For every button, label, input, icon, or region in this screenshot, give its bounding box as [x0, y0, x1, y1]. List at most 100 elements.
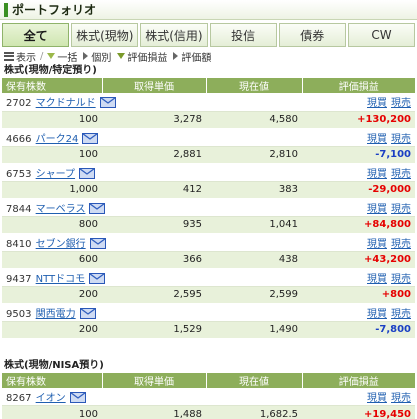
- stock-name-link[interactable]: シャープ: [36, 169, 75, 180]
- price-cell: 2,599: [206, 286, 302, 304]
- qty-cell: 200: [2, 321, 102, 339]
- sort-down-icon: [117, 53, 126, 59]
- sell-link[interactable]: 現売: [391, 204, 411, 215]
- stock-code: 2702: [6, 98, 32, 110]
- buy-link[interactable]: 現買: [367, 239, 387, 250]
- cost-cell: 412: [102, 181, 206, 199]
- table-row: 6753 シャープ 現買 現売: [2, 163, 415, 182]
- sell-link[interactable]: 現売: [391, 98, 411, 109]
- stock-code: 4666: [6, 133, 32, 145]
- sell-link[interactable]: 現売: [391, 274, 411, 285]
- mail-icon[interactable]: [79, 167, 96, 179]
- price-cell: 438: [206, 251, 302, 269]
- stock-code: 6753: [6, 168, 32, 180]
- mail-icon[interactable]: [89, 202, 106, 214]
- pl-cell: +130,200: [302, 111, 415, 129]
- table-row: 8410 セブン銀行 現買 現売: [2, 233, 415, 252]
- mail-icon[interactable]: [82, 132, 99, 144]
- table-row-values: 800 935 1,041 +84,800: [2, 216, 415, 234]
- portfolio-header: ポートフォリオ: [0, 0, 417, 20]
- section-title: 株式(現物/特定預り): [4, 65, 97, 76]
- qty-cell: 800: [2, 216, 102, 234]
- cost-cell: 1,488: [102, 405, 206, 419]
- tab-funds[interactable]: 投信: [209, 23, 277, 47]
- stock-name-link[interactable]: 関西電力: [36, 309, 76, 320]
- stock-code: 7844: [6, 203, 32, 215]
- buy-link[interactable]: 現買: [367, 309, 387, 320]
- tab-all[interactable]: 全て: [2, 23, 70, 47]
- trade-actions: 現買 現売: [302, 163, 415, 182]
- buy-link[interactable]: 現買: [367, 204, 387, 215]
- sell-link[interactable]: 現売: [391, 393, 411, 404]
- individual-toggle[interactable]: 個別: [83, 49, 111, 64]
- col-pl-header: 評価損益: [302, 78, 415, 93]
- stock-name-link[interactable]: セブン銀行: [36, 239, 86, 250]
- stock-name-cell: 7844 マーベラス: [2, 198, 302, 217]
- col-price-header: 現在値: [206, 372, 303, 388]
- table-row-values: 100 1,488 1,682.5 +19,450: [2, 405, 415, 419]
- qty-cell: 100: [2, 405, 102, 419]
- display-label: 表示: [16, 52, 36, 64]
- bulk-toggle[interactable]: 一括: [47, 49, 77, 64]
- holdings-table: 保有株数 取得単価 現在値 評価損益 8267 イオン 現買 現売 100 1,488 1,682…: [2, 372, 415, 419]
- sell-link[interactable]: 現売: [391, 134, 411, 145]
- table-header-row: 保有株数 取得単価 現在値 評価損益: [2, 372, 415, 388]
- pl-cell: -29,000: [302, 181, 415, 199]
- stock-name-cell: 8410 セブン銀行: [2, 233, 302, 252]
- section-title: 株式(現物/NISA預り): [4, 359, 104, 371]
- table-row-values: 200 2,595 2,599 +800: [2, 286, 415, 304]
- table-row-values: 600 366 438 +43,200: [2, 251, 415, 269]
- arrow-right-icon: [173, 52, 179, 60]
- sell-link[interactable]: 現売: [391, 169, 411, 180]
- pl-cell: +19,450: [302, 405, 415, 419]
- gain-label: 評価損益: [127, 52, 168, 64]
- stock-name-link[interactable]: NTTドコモ: [36, 274, 86, 285]
- qty-cell: 200: [2, 286, 102, 304]
- stock-name-link[interactable]: マーベラス: [36, 204, 86, 215]
- price-cell: 4,580: [206, 111, 302, 129]
- cost-cell: 935: [102, 216, 206, 234]
- trade-actions: 現買 現売: [302, 93, 415, 112]
- sell-link[interactable]: 現売: [391, 309, 411, 320]
- table-row: 9437 NTTドコモ 現買 現売: [2, 268, 415, 287]
- mail-icon[interactable]: [89, 272, 106, 284]
- holdings-table: 保有株数 取得単価 現在値 評価損益 2702 マクドナルド 現買 現売 100 3,278 4,…: [2, 78, 415, 339]
- table-row: 9503 関西電力 現買 現売: [2, 303, 415, 322]
- pl-cell: +43,200: [302, 251, 415, 269]
- buy-link[interactable]: 現買: [367, 274, 387, 285]
- pl-cell: +800: [302, 286, 415, 304]
- sell-link[interactable]: 現売: [391, 239, 411, 250]
- mail-icon[interactable]: [79, 307, 96, 319]
- table-row-values: 100 3,278 4,580 +130,200: [2, 111, 415, 129]
- mail-icon[interactable]: [89, 237, 106, 249]
- tab-stock-cash[interactable]: 株式(現物): [71, 23, 139, 47]
- buy-link[interactable]: 現買: [367, 393, 387, 404]
- tab-stock-margin[interactable]: 株式(信用): [140, 23, 208, 47]
- col-cost-header: 取得単価: [102, 372, 207, 388]
- table-header-row: 保有株数 取得単価 現在値 評価損益: [2, 78, 415, 93]
- stock-name-link[interactable]: マクドナルド: [36, 98, 96, 109]
- price-cell: 1,041: [206, 216, 302, 234]
- mail-icon[interactable]: [69, 391, 86, 403]
- buy-link[interactable]: 現買: [367, 98, 387, 109]
- table-row-values: 1,000 412 383 -29,000: [2, 181, 415, 199]
- stock-name-link[interactable]: イオン: [36, 393, 66, 404]
- stock-name-link[interactable]: パーク24: [36, 134, 79, 145]
- arrow-right-icon: [83, 52, 89, 60]
- col-qty-header: 保有株数: [2, 372, 103, 388]
- col-qty-header: 保有株数: [2, 78, 103, 93]
- amount-sort[interactable]: 評価額: [173, 49, 211, 64]
- bulk-label: 一括: [57, 52, 78, 64]
- list-icon: [4, 51, 14, 61]
- display-toolbar: 表示 / 一括 個別 評価損益 評価額: [0, 48, 417, 64]
- gain-sort[interactable]: 評価損益: [117, 49, 167, 64]
- buy-link[interactable]: 現買: [367, 134, 387, 145]
- trade-actions: 現買 現売: [302, 198, 415, 217]
- tab-bonds[interactable]: 債券: [278, 23, 346, 47]
- qty-cell: 600: [2, 251, 102, 269]
- tab-cw[interactable]: CW: [347, 23, 416, 47]
- buy-link[interactable]: 現買: [367, 169, 387, 180]
- mail-icon[interactable]: [99, 97, 116, 109]
- trade-actions: 現買 現売: [302, 128, 415, 147]
- trade-actions: 現買 現売: [302, 387, 415, 406]
